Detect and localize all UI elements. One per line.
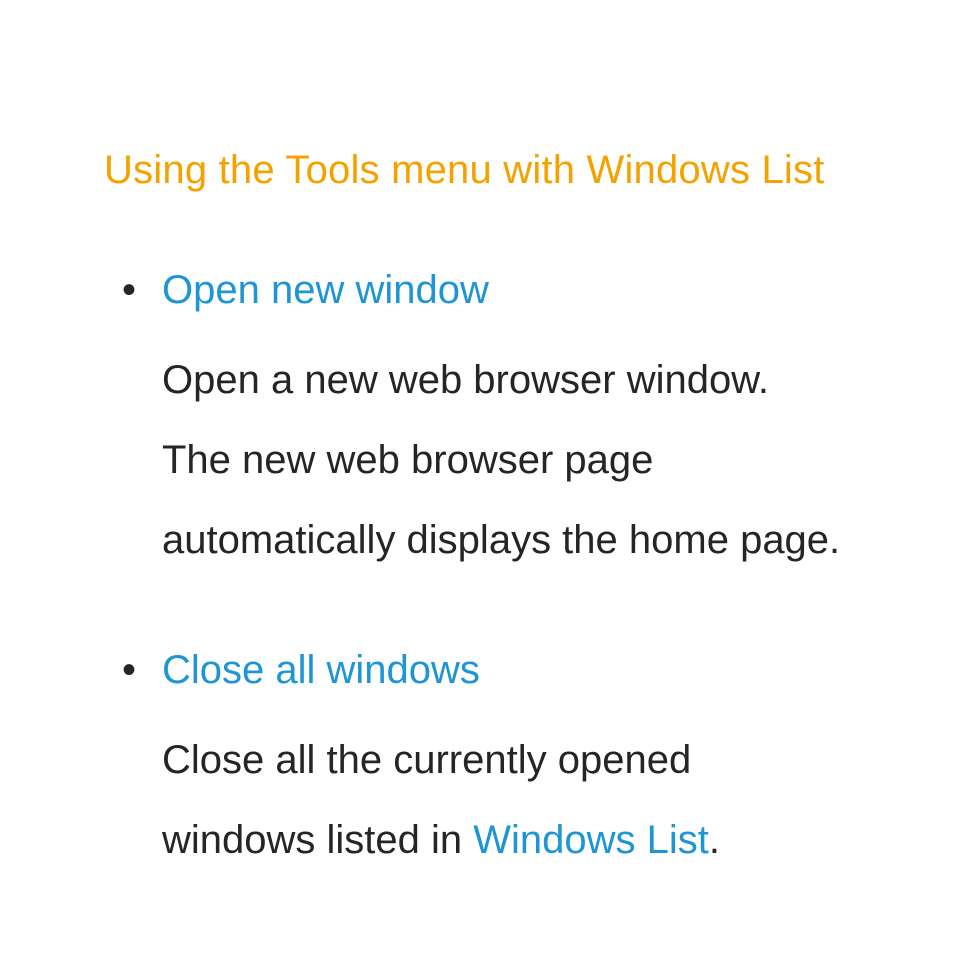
item-title: Close all windows bbox=[162, 630, 854, 710]
item-description: Open a new web browser window. The new w… bbox=[162, 340, 854, 580]
item-desc-text: Open a new web browser window. The new w… bbox=[162, 358, 840, 562]
options-list: Open new window Open a new web browser w… bbox=[104, 250, 854, 880]
item-desc-tail: . bbox=[709, 818, 720, 862]
list-item: Close all windows Close all the currentl… bbox=[122, 630, 854, 880]
document-page: Using the Tools menu with Windows List O… bbox=[0, 0, 954, 880]
inline-link[interactable]: Windows List bbox=[473, 818, 709, 862]
list-item: Open new window Open a new web browser w… bbox=[122, 250, 854, 580]
item-title: Open new window bbox=[162, 250, 854, 330]
section-heading: Using the Tools menu with Windows List bbox=[104, 130, 854, 210]
item-description: Close all the currently opened windows l… bbox=[162, 720, 854, 880]
